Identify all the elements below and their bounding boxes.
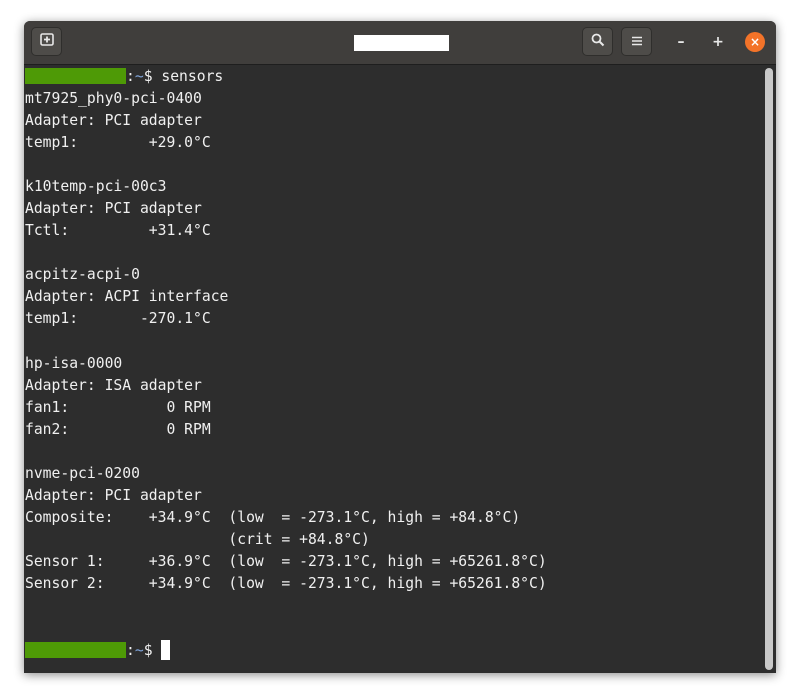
output-line: Adapter: PCI adapter (25, 112, 202, 129)
output-line: Adapter: PCI adapter (25, 200, 202, 217)
prompt-colon: : (126, 642, 135, 659)
output-line: temp1: +29.0°C (25, 134, 211, 151)
titlebar: – + × (24, 21, 776, 65)
output-line: temp1: -270.1°C (25, 310, 211, 327)
output-line: Tctl: +31.4°C (25, 222, 211, 239)
output-line: Sensor 1: +36.9°C (low = -273.1°C, high … (25, 553, 547, 570)
close-button[interactable]: × (745, 32, 765, 52)
prompt-line: :~$ sensors (25, 66, 223, 88)
output-line: hp-isa-0000 (25, 355, 123, 372)
minimize-button[interactable]: – (671, 32, 691, 52)
terminal-window: – + × :~$ sensors mt7925_phy0-pci-0400 A… (24, 21, 776, 673)
hamburger-menu-icon (631, 32, 643, 51)
prompt-dollar: $ (143, 642, 153, 659)
maximize-button[interactable]: + (708, 32, 728, 52)
terminal-output[interactable]: :~$ sensors mt7925_phy0-pci-0400 Adapter… (24, 65, 762, 673)
text-cursor (161, 640, 171, 660)
vertical-scrollbar[interactable] (762, 65, 776, 673)
search-button[interactable] (582, 27, 613, 56)
output-line: Adapter: ISA adapter (25, 377, 202, 394)
prompt-dir: ~ (134, 642, 144, 659)
new-tab-icon (39, 32, 54, 51)
prompt-dir: ~ (134, 68, 144, 85)
output-line: nvme-pci-0200 (25, 465, 140, 482)
output-line: (crit = +84.8°C) (25, 531, 370, 548)
output-line: fan2: 0 RPM (25, 421, 211, 438)
prompt-user-host (25, 642, 126, 658)
output-line: k10temp-pci-00c3 (25, 178, 167, 195)
output-line: mt7925_phy0-pci-0400 (25, 90, 202, 107)
scrollbar-thumb[interactable] (765, 68, 773, 670)
search-icon (591, 32, 605, 51)
prompt-colon: : (126, 68, 135, 85)
prompt-line: :~$ (25, 640, 171, 662)
output-line: acpitz-acpi-0 (25, 266, 140, 283)
output-line: Composite: +34.9°C (low = -273.1°C, high… (25, 509, 521, 526)
output-line: Sensor 2: +34.9°C (low = -273.1°C, high … (25, 575, 547, 592)
output-line: Adapter: ACPI interface (25, 288, 229, 305)
output-line: Adapter: PCI adapter (25, 487, 202, 504)
prompt-user-host (25, 68, 126, 84)
output-line: fan1: 0 RPM (25, 399, 211, 416)
new-tab-button[interactable] (31, 27, 62, 56)
menu-button[interactable] (621, 27, 652, 56)
command-text: sensors (161, 68, 224, 85)
window-title (354, 35, 449, 51)
prompt-dollar: $ (143, 68, 153, 85)
